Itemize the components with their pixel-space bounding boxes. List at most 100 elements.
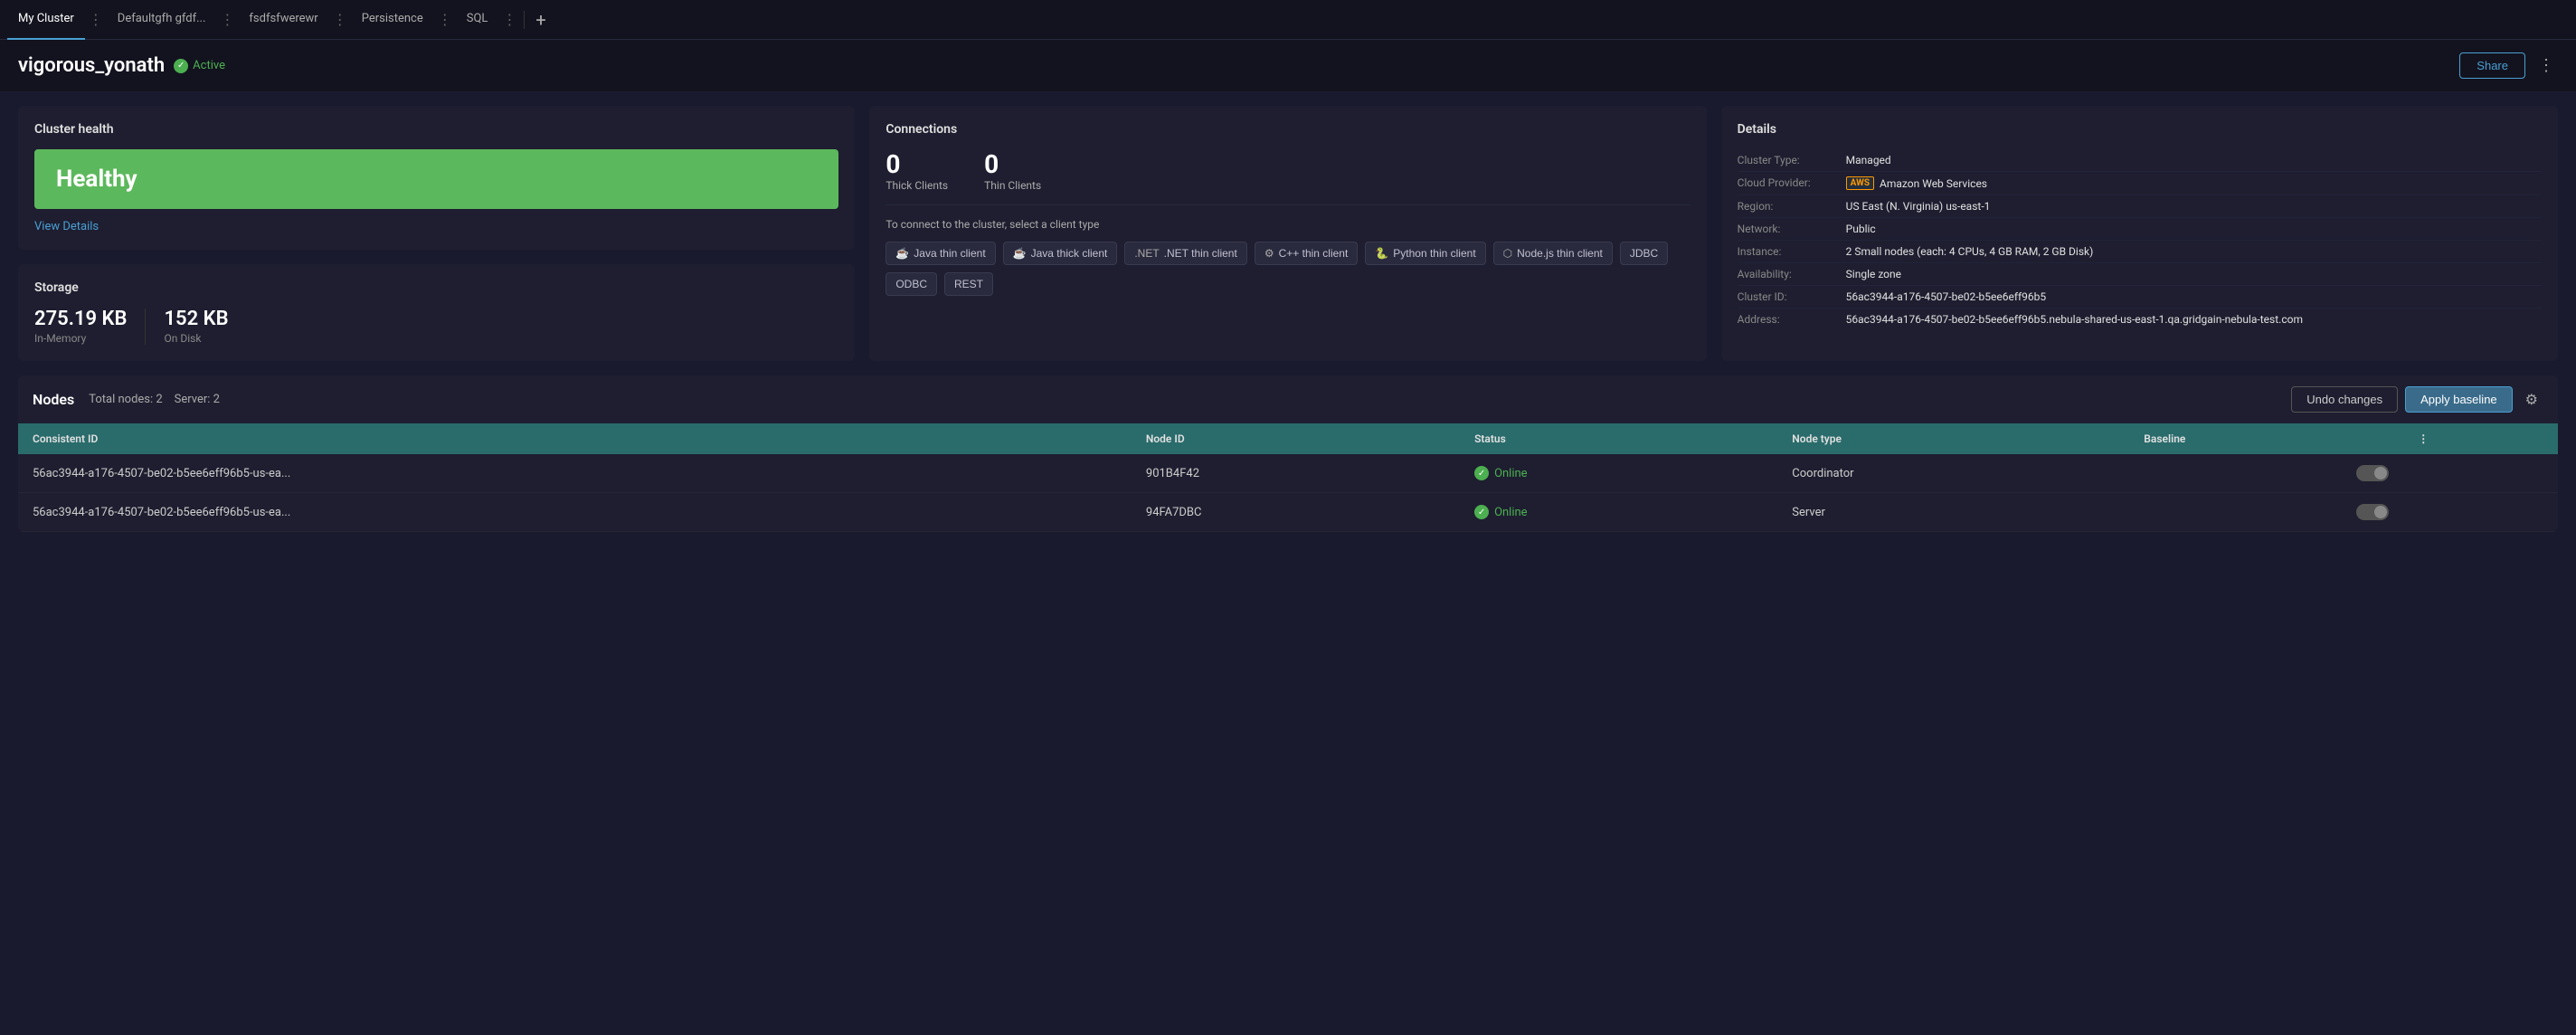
detail-row: Cluster Type:Managed <box>1738 149 2542 172</box>
nodes-actions: Undo changes Apply baseline ⚙ <box>2291 386 2543 413</box>
td-node-id: 94FA7DBC <box>1132 493 1460 532</box>
tab-0-dots[interactable]: ⋮ <box>85 11 107 28</box>
tab-fsdfsfwerewr[interactable]: fsdfsfwerewr <box>238 0 328 40</box>
status-badge: Active <box>174 59 225 73</box>
client-btn-java-thick[interactable]: ☕Java thick client <box>1003 242 1118 265</box>
th-baseline: Baseline <box>2129 423 2403 454</box>
detail-row: Address:56ac3944-a176-4507-be02-b5ee6eff… <box>1738 309 2542 330</box>
page-header: vigorous_yonath Active Share ⋮ <box>0 40 2576 91</box>
details-card: Details Cluster Type:ManagedCloud Provid… <box>1721 106 2558 361</box>
tab-bar: My Cluster ⋮ Defaultgfh gfdf... ⋮ fsdfsf… <box>0 0 2576 40</box>
client-buttons: ☕Java thin client ☕Java thick client .NET.… <box>886 242 1690 296</box>
client-btn-rest[interactable]: REST <box>944 272 993 296</box>
tab-2-dots[interactable]: ⋮ <box>329 11 351 28</box>
connections-counts: 0 Thick Clients 0 Thin Clients <box>886 149 1690 205</box>
add-tab-button[interactable]: + <box>528 9 553 31</box>
client-btn-odbc[interactable]: ODBC <box>886 272 937 296</box>
table-row: 56ac3944-a176-4507-be02-b5ee6eff96b5-us-… <box>18 493 2558 532</box>
page-title: vigorous_yonath <box>18 54 165 77</box>
status-label: Active <box>193 59 225 72</box>
active-status-dot <box>174 59 188 73</box>
detail-row: Instance:2 Small nodes (each: 4 CPUs, 4 … <box>1738 241 2542 263</box>
online-status-dot <box>1474 466 1489 480</box>
tab-my-cluster[interactable]: My Cluster <box>7 0 85 40</box>
td-consistent-id: 56ac3944-a176-4507-be02-b5ee6eff96b5-us-… <box>18 493 1132 532</box>
share-button[interactable]: Share <box>2459 52 2525 79</box>
tab-4-dots[interactable]: ⋮ <box>498 11 520 28</box>
client-btn-jdbc[interactable]: JDBC <box>1620 242 1668 265</box>
details-table: Cluster Type:ManagedCloud Provider:AWSAm… <box>1738 149 2542 330</box>
online-status-dot <box>1474 505 1489 519</box>
baseline-toggle[interactable] <box>2356 465 2389 481</box>
in-memory-label: In-Memory <box>34 332 127 345</box>
health-status-badge: Healthy <box>34 149 838 209</box>
header-actions: Share ⋮ <box>2459 52 2558 79</box>
td-baseline <box>2129 493 2403 532</box>
tab-defaultgfh[interactable]: Defaultgfh gfdf... <box>107 0 217 40</box>
title-group: vigorous_yonath Active <box>18 54 225 77</box>
td-status: Online <box>1460 454 1777 493</box>
storage-in-memory: 275.19 KB In-Memory <box>34 308 127 345</box>
nodes-header: Nodes Total nodes: 2 Server: 2 Undo chan… <box>18 375 2558 423</box>
storage-title: Storage <box>34 280 838 295</box>
td-consistent-id: 56ac3944-a176-4507-be02-b5ee6eff96b5-us-… <box>18 454 1132 493</box>
td-node-type: Coordinator <box>1777 454 2129 493</box>
th-node-id: Node ID <box>1132 423 1460 454</box>
client-btn-cpp-thin[interactable]: ⚙C++ thin client <box>1255 242 1358 265</box>
td-status: Online <box>1460 493 1777 532</box>
tab-3-dots[interactable]: ⋮ <box>434 11 456 28</box>
nodes-table: Consistent ID Node ID Status Node type B… <box>18 423 2558 532</box>
tab-persistence[interactable]: Persistence <box>351 0 434 40</box>
table-row: 56ac3944-a176-4507-be02-b5ee6eff96b5-us-… <box>18 454 2558 493</box>
td-node-id: 901B4F42 <box>1132 454 1460 493</box>
connect-desc: To connect to the cluster, select a clie… <box>886 218 1690 231</box>
main-content: Cluster health Healthy View Details Stor… <box>0 91 2576 546</box>
on-disk-label: On Disk <box>164 332 228 345</box>
detail-row: Network:Public <box>1738 218 2542 241</box>
connections-title: Connections <box>886 122 1690 137</box>
detail-row: Cloud Provider:AWSAmazon Web Services <box>1738 172 2542 195</box>
th-consistent-id: Consistent ID <box>18 423 1132 454</box>
storage-divider <box>145 309 146 345</box>
client-btn-java-thin[interactable]: ☕Java thin client <box>886 242 995 265</box>
cards-row: Cluster health Healthy View Details Stor… <box>18 106 2558 361</box>
thick-clients-count: 0 Thick Clients <box>886 149 948 192</box>
detail-row: Availability:Single zone <box>1738 263 2542 286</box>
apply-baseline-button[interactable]: Apply baseline <box>2405 386 2513 413</box>
tab-1-dots[interactable]: ⋮ <box>216 11 238 28</box>
view-details-link[interactable]: View Details <box>34 220 99 233</box>
client-btn-net-thin[interactable]: .NET.NET thin client <box>1124 242 1247 265</box>
storage-card: Storage 275.19 KB In-Memory 152 KB On Di… <box>18 264 855 361</box>
detail-row: Cluster ID:56ac3944-a176-4507-be02-b5ee6… <box>1738 286 2542 309</box>
nodes-table-body: 56ac3944-a176-4507-be02-b5ee6eff96b5-us-… <box>18 454 2558 532</box>
header-menu-icon[interactable]: ⋮ <box>2534 52 2558 79</box>
storage-row: 275.19 KB In-Memory 152 KB On Disk <box>34 308 838 345</box>
storage-on-disk: 152 KB On Disk <box>164 308 228 345</box>
baseline-toggle[interactable] <box>2356 504 2389 520</box>
td-node-type: Server <box>1777 493 2129 532</box>
nodes-meta: Total nodes: 2 Server: 2 <box>89 393 220 406</box>
th-status: Status <box>1460 423 1777 454</box>
cluster-health-card: Cluster health Healthy View Details <box>18 106 855 250</box>
nodes-title: Nodes <box>33 391 74 408</box>
cluster-health-title: Cluster health <box>34 122 838 137</box>
client-btn-nodejs-thin[interactable]: ⬡Node.js thin client <box>1493 242 1613 265</box>
td-row-menu <box>2403 493 2558 532</box>
on-disk-value: 152 KB <box>164 308 228 330</box>
details-title: Details <box>1738 122 2542 137</box>
tab-sql[interactable]: SQL <box>456 0 499 40</box>
nodes-section: Nodes Total nodes: 2 Server: 2 Undo chan… <box>18 375 2558 532</box>
th-node-type: Node type <box>1777 423 2129 454</box>
undo-changes-button[interactable]: Undo changes <box>2291 386 2398 413</box>
client-btn-python-thin[interactable]: 🐍Python thin client <box>1365 242 1485 265</box>
tab-separator <box>524 11 525 29</box>
nodes-settings-button[interactable]: ⚙ <box>2520 387 2543 413</box>
in-memory-value: 275.19 KB <box>34 308 127 330</box>
td-row-menu <box>2403 454 2558 493</box>
thin-clients-count: 0 Thin Clients <box>984 149 1041 192</box>
detail-row: Region:US East (N. Virginia) us-east-1 <box>1738 195 2542 218</box>
connections-card: Connections 0 Thick Clients 0 Thin Clien… <box>869 106 1706 361</box>
td-baseline <box>2129 454 2403 493</box>
th-menu[interactable]: ⋮ <box>2403 423 2558 454</box>
table-header-row: Consistent ID Node ID Status Node type B… <box>18 423 2558 454</box>
